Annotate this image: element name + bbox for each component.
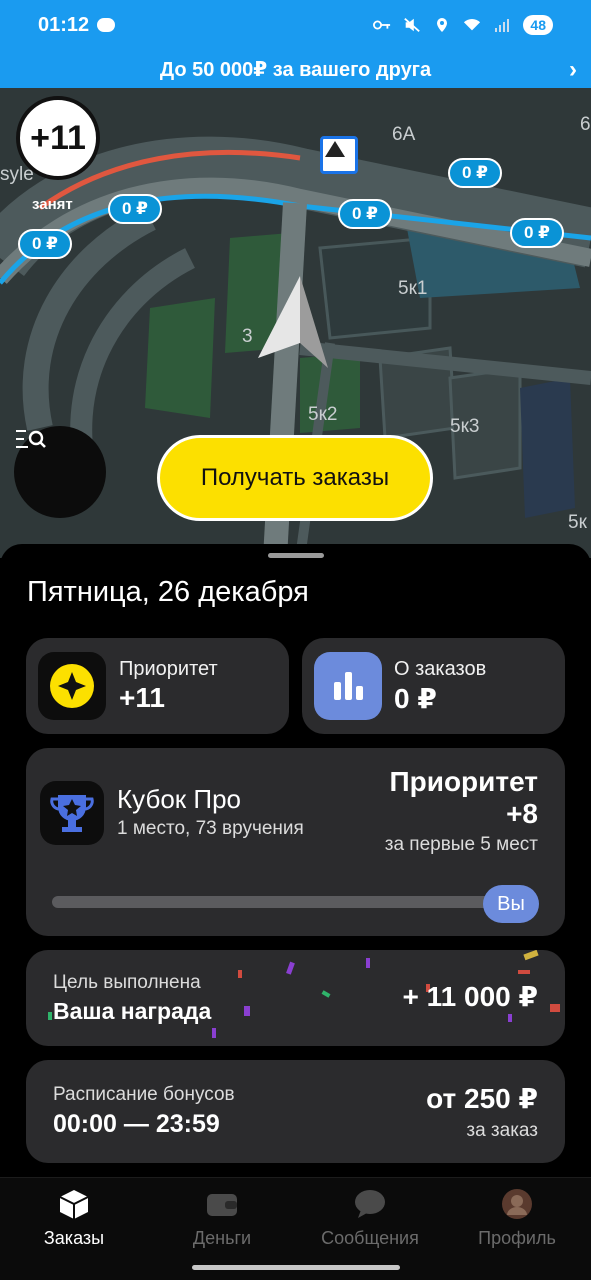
date-title: Пятница, 26 декабря [27,576,309,608]
referral-banner-text: До 50 000₽ за вашего друга [159,58,432,81]
order-filter-button[interactable] [14,426,106,518]
surge-price-pill[interactable]: 0 ₽ [108,194,163,224]
referral-banner[interactable]: До 50 000₽ за вашего друга › [0,50,591,88]
chevron-right-icon: › [569,56,577,83]
box-icon [59,1190,89,1219]
bar-chart-icon [314,652,382,720]
chat-icon [355,1190,385,1218]
map-label: syle [0,164,34,185]
get-orders-button[interactable]: Получать заказы [157,435,433,521]
map-label: 5к2 [308,404,338,425]
surge-price-pill[interactable]: 0 ₽ [18,229,73,259]
goal-amount: + 11 000 ₽ [402,981,539,1012]
schedule-note: за заказ [466,1120,538,1141]
priority-card[interactable]: Приоритет +11 [26,638,289,734]
location-icon [437,18,448,32]
orders-label: О заказов [394,658,487,680]
avatar-icon [502,1189,532,1219]
wallet-icon [207,1194,237,1216]
tab-messages[interactable]: Сообщения [310,1188,430,1258]
goal-subtitle: Ваша награда [53,998,212,1024]
map-label: 6А [392,124,416,145]
bottom-sheet[interactable]: Пятница, 26 декабря Приоритет +11 О зака… [0,544,591,1177]
tab-money-label: Деньги [192,1228,252,1248]
tab-profile-label: Профиль [478,1228,556,1248]
battery-indicator: 48 [523,15,553,35]
status-time: 01:12 [38,13,90,36]
message-notification-icon [97,18,116,32]
surge-price-pill[interactable]: 0 ₽ [510,218,565,248]
surge-price-pill[interactable]: 0 ₽ [338,199,393,229]
map-label: 5к3 [450,416,480,437]
priority-icon [38,652,106,720]
tab-money[interactable]: Деньги [162,1188,282,1258]
orders-card[interactable]: О заказов 0 ₽ [302,638,565,734]
goal-title: Цель выполнена [53,972,201,993]
map-label: 3 [242,326,253,347]
map-label: 5к1 [398,278,428,299]
speed-camera-icon[interactable] [320,136,358,174]
schedule-time: 00:00 — 23:59 [53,1110,220,1138]
signal-icon [495,19,510,32]
priority-label: Приоритет [119,658,218,680]
cup-progress-bar [52,896,512,908]
map-label: 6 [580,114,591,135]
map-label: 5к [568,512,587,533]
cup-reward-title: Приоритет [389,766,539,797]
tab-orders-label: Заказы [43,1228,105,1248]
goal-card[interactable]: Цель выполнена Ваша награда + 11 000 ₽ [26,950,565,1046]
sheet-drag-handle[interactable] [268,553,324,558]
tab-profile[interactable]: Профиль [457,1188,577,1258]
cup-reward-value: +8 [506,798,538,829]
tab-orders[interactable]: Заказы [14,1188,134,1258]
priority-value: +11 [119,682,165,713]
wifi-icon [464,19,481,31]
map-view[interactable]: +11 занят 6А 6 5к1 3 5к2 5к3 5к syle 0 ₽… [0,88,591,558]
schedule-amount: от 250 ₽ [426,1083,538,1114]
surge-price-pill[interactable]: 0 ₽ [448,158,503,188]
tab-messages-label: Сообщения [321,1228,419,1248]
cup-title: Кубок Про [117,784,241,814]
cup-pro-card[interactable]: Кубок Про 1 место, 73 вручения Приоритет… [26,748,565,936]
home-indicator[interactable] [192,1265,400,1270]
status-bar: 01:12 48 [0,0,591,50]
mute-icon [404,18,421,32]
key-icon [373,20,391,30]
status-icons: 48 [373,15,553,35]
orders-value: 0 ₽ [394,683,437,714]
search-list-icon [16,430,46,448]
schedule-title: Расписание бонусов [53,1084,235,1105]
bonus-schedule-card[interactable]: Расписание бонусов 00:00 — 23:59 от 250 … [26,1060,565,1163]
trophy-icon [40,781,104,845]
cup-reward-note: за первые 5 мест [384,834,538,855]
you-marker: Вы [483,885,539,923]
cup-subtitle: 1 место, 73 вручения [117,818,304,839]
driver-status-label: занят [32,196,73,213]
